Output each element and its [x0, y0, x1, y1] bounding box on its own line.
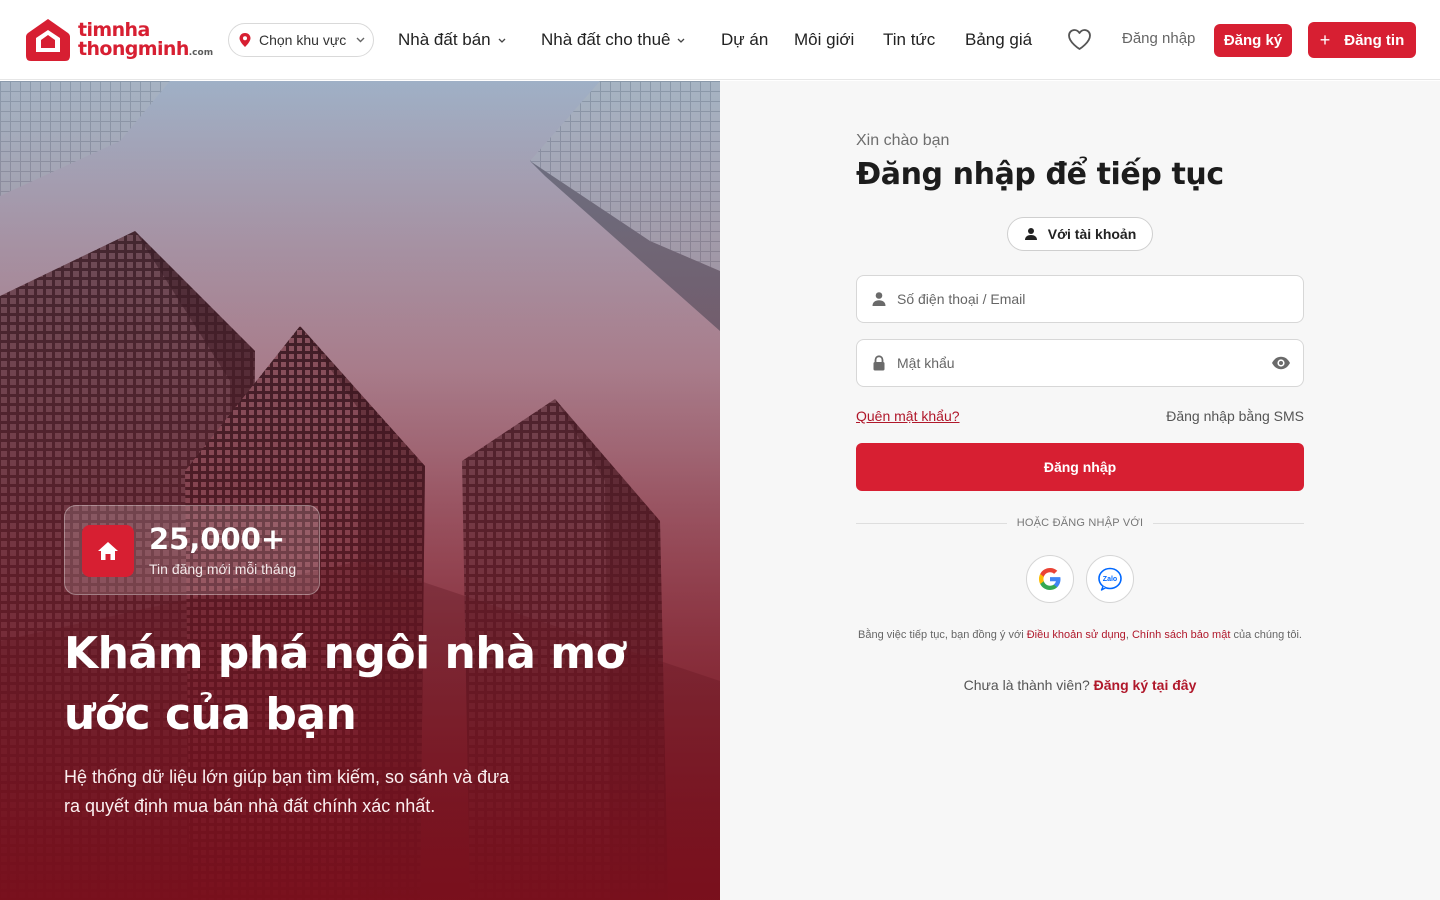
region-select-label: Chọn khu vực: [259, 32, 347, 48]
login-panel: Xin chào bạn Đăng nhập để tiếp tục Với t…: [720, 81, 1440, 900]
zalo-wordmark: Zalo: [1103, 576, 1117, 583]
forgot-password-link[interactable]: Quên mật khẩu?: [856, 408, 960, 424]
register-button[interactable]: Đăng ký: [1214, 24, 1292, 57]
terms-notice: Bằng việc tiếp tục, bạn đồng ý với Điều …: [856, 627, 1304, 643]
home-icon: [98, 542, 118, 560]
nav-item-label: Bảng giá: [965, 30, 1033, 49]
google-icon: [1039, 568, 1061, 590]
plus-icon: +: [1319, 29, 1331, 50]
social-divider-label: HOẶC ĐĂNG NHẬP VỚI: [1016, 517, 1144, 529]
nav-item-nha-dat-cho-thue[interactable]: Nhà đất cho thuê: [541, 28, 685, 52]
privacy-policy-link[interactable]: Chính sách bảo mật: [1132, 629, 1230, 641]
sms-login-link[interactable]: Đăng nhập bằng SMS: [1166, 408, 1304, 424]
map-pin-icon: [239, 33, 251, 47]
chevron-down-icon: [498, 38, 506, 43]
nav-item-label: Môi giới: [794, 30, 855, 49]
listing-stat-card: 25,000+ Tin đăng mới mỗi tháng: [64, 505, 320, 595]
region-select[interactable]: Chọn khu vực: [228, 23, 374, 57]
hero-title: Khám phá ngôi nhà mơ ước của bạn: [64, 628, 626, 740]
nav-item-tin-tuc[interactable]: Tin tức: [883, 28, 935, 52]
top-navbar: timnha thongminh.com Chọn khu vực Nhà đấ…: [0, 0, 1440, 80]
logo-suffix: .com: [188, 48, 214, 58]
greeting-text: Xin chào bạn: [856, 132, 950, 149]
nav-item-label: Dự án: [721, 30, 769, 49]
nav-item-label: Nhà đất bán: [398, 30, 491, 49]
hero-subtitle: Hệ thống dữ liệu lớn giúp bạn tìm kiếm, …: [64, 767, 510, 816]
lock-icon: [873, 355, 885, 371]
password-field[interactable]: [856, 339, 1304, 387]
login-title: Đăng nhập để tiếp tục: [856, 157, 1224, 192]
post-listing-label: Đăng tin: [1344, 31, 1405, 49]
phone-email-field[interactable]: [856, 275, 1304, 323]
eye-icon[interactable]: [1271, 355, 1291, 371]
chevron-down-icon: [678, 38, 685, 43]
signup-prompt: Chưa là thành viên? Đăng ký tại đây: [856, 677, 1304, 693]
nav-item-moi-gioi[interactable]: Môi giới: [794, 28, 854, 52]
listing-stat-label: Tin đăng mới mỗi tháng: [149, 561, 297, 577]
hero-banner: 25,000+ Tin đăng mới mỗi tháng Khám phá …: [0, 81, 720, 900]
site-logo[interactable]: timnha thongminh.com: [24, 16, 213, 64]
zalo-icon: Zalo: [1098, 567, 1122, 591]
nav-item-du-an[interactable]: Dự án: [721, 28, 768, 52]
listing-stat-value: 25,000+: [149, 522, 286, 556]
tab-account-label: Với tài khoản: [1047, 226, 1137, 242]
chevron-down-icon: [356, 37, 365, 43]
logo-line-2: thongminh: [78, 38, 189, 60]
terms-prefix: Bằng việc tiếp tục, bạn đồng ý với: [858, 629, 1027, 641]
heart-icon[interactable]: [1067, 28, 1092, 51]
logo-house-icon: [26, 19, 70, 61]
signup-prompt-text: Chưa là thành viên?: [963, 677, 1094, 693]
nav-item-label: Tin tức: [883, 30, 936, 49]
tab-account-login[interactable]: Với tài khoản: [1007, 217, 1153, 251]
google-login-button[interactable]: [1026, 555, 1074, 603]
nav-item-nha-dat-ban[interactable]: Nhà đất bán: [398, 28, 506, 52]
user-icon: [1024, 228, 1037, 240]
signup-link[interactable]: Đăng ký tại đây: [1094, 677, 1197, 693]
terms-of-use-link[interactable]: Điều khoản sử dụng: [1027, 629, 1126, 641]
social-divider: HOẶC ĐĂNG NHẬP VỚI: [856, 515, 1304, 531]
login-submit-button[interactable]: Đăng nhập: [856, 443, 1304, 491]
terms-suffix: của chúng tôi.: [1230, 629, 1302, 641]
user-icon: [872, 292, 886, 306]
post-listing-button[interactable]: + Đăng tin: [1308, 22, 1416, 58]
login-link[interactable]: Đăng nhập: [1122, 30, 1195, 47]
password-input[interactable]: [897, 355, 1257, 371]
phone-email-input[interactable]: [897, 291, 1257, 307]
nav-item-label: Nhà đất cho thuê: [541, 30, 671, 49]
zalo-login-button[interactable]: Zalo: [1086, 555, 1134, 603]
nav-item-bang-gia[interactable]: Bảng giá: [965, 28, 1032, 52]
